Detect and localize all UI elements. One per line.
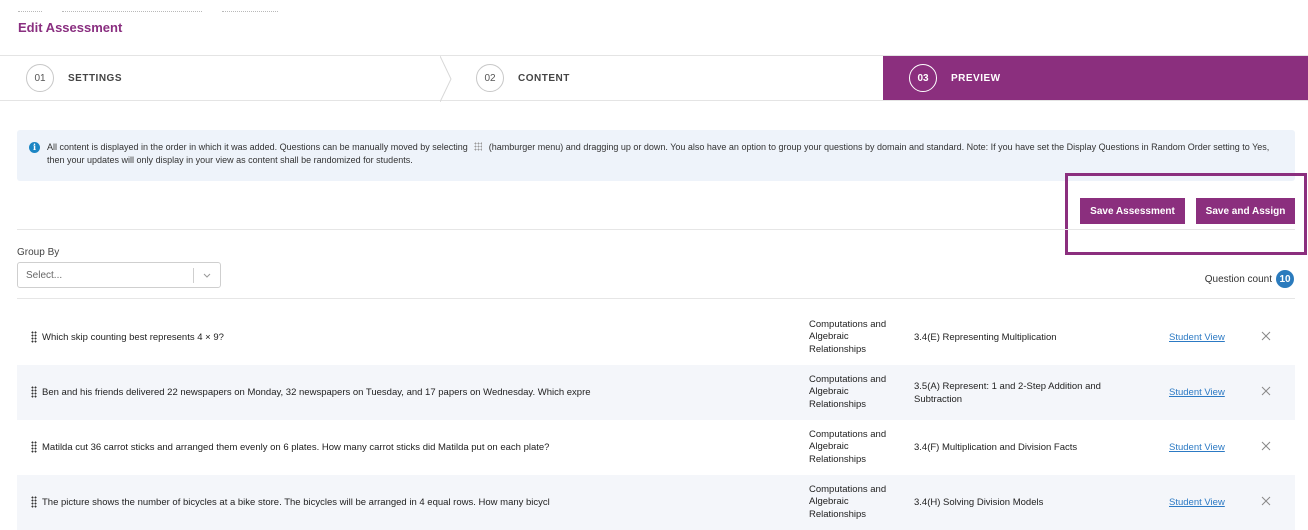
domain-line: Algebraic — [809, 441, 849, 453]
step-number: 02 — [476, 64, 504, 92]
step-label: CONTENT — [518, 72, 570, 84]
info-icon: i — [29, 142, 40, 153]
domain-line: Computations and — [809, 428, 887, 440]
breadcrumb-segment[interactable] — [62, 11, 202, 12]
domain-line: Algebraic — [809, 386, 849, 398]
student-view-link[interactable]: Student View — [1169, 420, 1225, 475]
step-content[interactable]: 02 CONTENT — [450, 56, 883, 100]
save-and-assign-button[interactable]: Save and Assign — [1196, 198, 1295, 224]
close-icon[interactable] — [1260, 330, 1272, 342]
question-row[interactable]: Matilda cut 36 carrot sticks and arrange… — [17, 420, 1295, 475]
divider — [17, 298, 1295, 299]
question-text: Ben and his friends delivered 22 newspap… — [42, 387, 591, 398]
chevron-down-icon[interactable] — [202, 270, 212, 280]
step-number: 01 — [26, 64, 54, 92]
step-number: 03 — [909, 64, 937, 92]
save-assessment-button[interactable]: Save Assessment — [1080, 198, 1185, 224]
info-text-before: All content is displayed in the order in… — [47, 142, 468, 152]
question-domain: Computations and Algebraic Relationships — [809, 365, 904, 420]
domain-line: Computations and — [809, 318, 887, 330]
question-standard: 3.4(F) Multiplication and Division Facts — [914, 442, 1078, 453]
step-preview[interactable]: 03 PREVIEW — [883, 56, 1308, 100]
domain-line: Computations and — [809, 483, 887, 495]
question-domain: Computations and Algebraic Relationships — [809, 420, 904, 475]
drag-handle-icon[interactable] — [31, 331, 37, 343]
stepper: 01 SETTINGS 02 CONTENT 03 PREVIEW — [0, 55, 1308, 102]
question-standard: 3.4(E) Representing Multiplication — [914, 332, 1057, 343]
question-domain: Computations and Algebraic Relationships — [809, 310, 904, 365]
question-domain: Computations and Algebraic Relationships — [809, 475, 904, 530]
breadcrumb — [18, 11, 278, 12]
close-icon[interactable] — [1260, 440, 1272, 452]
question-row[interactable]: Which skip counting best represents 4 × … — [17, 310, 1295, 365]
drag-handle-icon[interactable] — [31, 441, 37, 453]
student-view-link[interactable]: Student View — [1169, 365, 1225, 420]
question-count: Question count 10 — [1205, 270, 1294, 288]
domain-line: Computations and — [809, 373, 887, 385]
hamburger-menu-icon — [474, 142, 483, 151]
question-count-badge: 10 — [1276, 270, 1294, 288]
student-view-link[interactable]: Student View — [1169, 310, 1225, 365]
select-separator — [193, 268, 194, 283]
question-text: Which skip counting best represents 4 × … — [42, 332, 224, 343]
question-row[interactable]: Ben and his friends delivered 22 newspap… — [17, 365, 1295, 420]
drag-handle-icon[interactable] — [31, 496, 37, 508]
breadcrumb-segment[interactable] — [222, 11, 278, 12]
domain-line: Relationships — [809, 508, 867, 520]
close-icon[interactable] — [1260, 495, 1272, 507]
page-title: Edit Assessment — [18, 20, 123, 35]
step-label: SETTINGS — [68, 72, 123, 84]
breadcrumb-segment[interactable] — [18, 11, 42, 12]
question-list: Which skip counting best represents 4 × … — [17, 310, 1295, 530]
divider — [17, 229, 1295, 230]
group-by-placeholder: Select... — [26, 269, 63, 281]
step-settings[interactable]: 01 SETTINGS — [0, 56, 452, 102]
domain-line: Relationships — [809, 398, 867, 410]
question-standard: 3.5(A) Represent: 1 and 2-Step Addition … — [914, 380, 1101, 405]
domain-line: Relationships — [809, 453, 867, 465]
question-count-label: Question count — [1204, 273, 1272, 285]
domain-line: Relationships — [809, 343, 867, 355]
student-view-link[interactable]: Student View — [1169, 475, 1225, 530]
question-standard: 3.4(H) Solving Division Models — [914, 497, 1044, 508]
question-text: Matilda cut 36 carrot sticks and arrange… — [42, 442, 550, 453]
domain-line: Algebraic — [809, 496, 849, 508]
group-by-label: Group By — [17, 247, 60, 258]
drag-handle-icon[interactable] — [31, 386, 37, 398]
step-label: PREVIEW — [951, 72, 1001, 84]
question-row[interactable]: The picture shows the number of bicycles… — [17, 475, 1295, 530]
question-text: The picture shows the number of bicycles… — [42, 497, 550, 508]
group-by-select[interactable]: Select... — [17, 262, 221, 288]
domain-line: Algebraic — [809, 331, 849, 343]
close-icon[interactable] — [1260, 385, 1272, 397]
